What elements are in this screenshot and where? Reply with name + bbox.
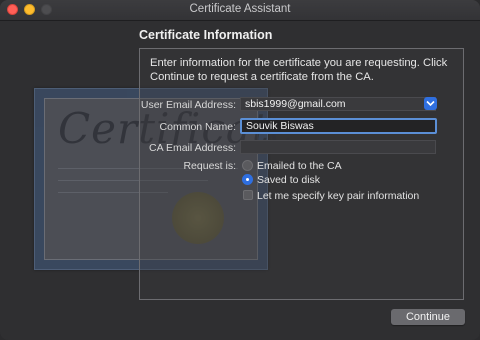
chevron-down-icon[interactable] xyxy=(424,97,437,110)
emailed-to-ca-radio[interactable] xyxy=(242,160,253,171)
emailed-to-ca-label: Emailed to the CA xyxy=(257,160,342,172)
certificate-assistant-window: Certificate Assistant Certificate Certif… xyxy=(0,0,480,340)
request-is-label: Request is: xyxy=(183,160,236,172)
user-email-label: User Email Address: xyxy=(140,99,236,111)
continue-button[interactable]: Continue xyxy=(391,309,465,325)
saved-to-disk-radio[interactable] xyxy=(242,174,253,185)
title-bar: Certificate Assistant xyxy=(0,0,480,21)
common-name-field[interactable]: Souvik Biswas xyxy=(240,118,437,134)
specify-keypair-label: Let me specify key pair information xyxy=(257,190,420,202)
specify-keypair-checkbox[interactable] xyxy=(243,190,253,200)
section-title: Certificate Information xyxy=(139,28,273,42)
saved-to-disk-label: Saved to disk xyxy=(257,174,321,186)
user-email-combobox[interactable]: sbis1999@gmail.com xyxy=(240,97,436,111)
intro-text: Enter information for the certificate yo… xyxy=(150,57,448,83)
ca-email-field[interactable] xyxy=(240,140,436,154)
common-name-label: Common Name: xyxy=(159,121,236,133)
window-title: Certificate Assistant xyxy=(189,3,291,15)
ca-email-label: CA Email Address: xyxy=(149,142,236,154)
